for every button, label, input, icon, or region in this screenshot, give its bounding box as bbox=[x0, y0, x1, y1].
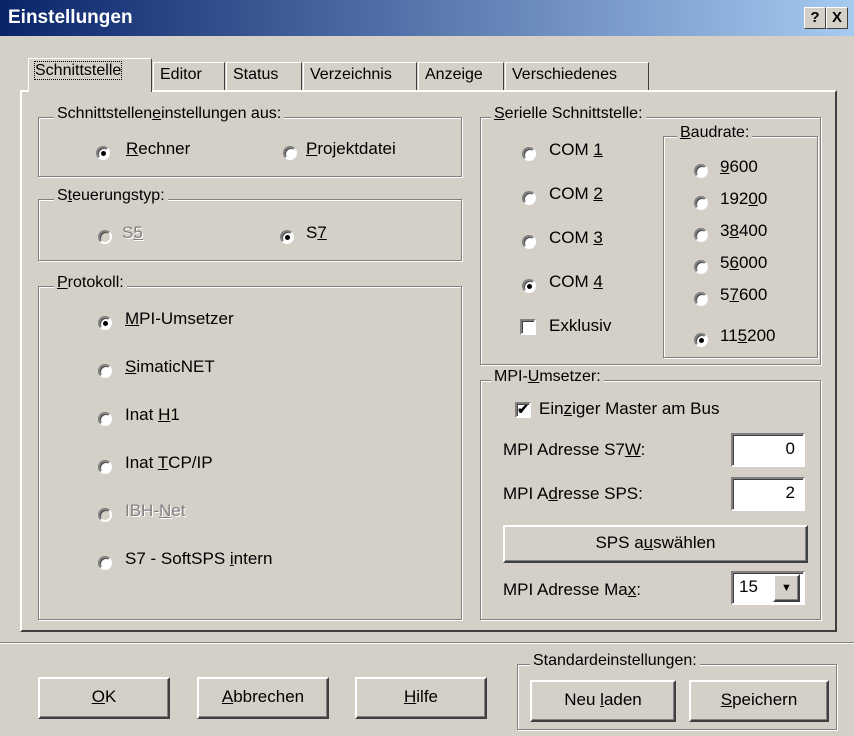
mpi-address-s7w-input[interactable]: 0 bbox=[731, 433, 805, 467]
radio-mpi-umsetzer-label[interactable]: MPI-Umsetzer bbox=[125, 309, 234, 329]
radio-inat-tcpip-label[interactable]: Inat TCP/IP bbox=[125, 453, 213, 473]
radio-baud-38400[interactable] bbox=[694, 228, 708, 242]
radio-baud-9600[interactable] bbox=[694, 164, 708, 178]
radio-com3[interactable] bbox=[522, 235, 536, 249]
single-master-label[interactable]: Einziger Master am Bus bbox=[539, 399, 719, 419]
radio-s5[interactable] bbox=[98, 230, 112, 244]
radio-projektdatei[interactable] bbox=[283, 146, 297, 160]
divider bbox=[0, 642, 854, 644]
save-defaults-button[interactable]: Speichern bbox=[689, 680, 829, 722]
single-master-checkbox[interactable]: ✔ bbox=[515, 402, 531, 418]
radio-rechner-label[interactable]: Rechner bbox=[126, 139, 190, 159]
radio-com2[interactable] bbox=[522, 191, 536, 205]
mpi-address-sps-label: MPI Adresse SPS: bbox=[503, 484, 643, 503]
tab-status[interactable]: Status bbox=[226, 62, 302, 90]
radio-com3-label[interactable]: COM 3 bbox=[549, 228, 603, 248]
radio-com4[interactable] bbox=[522, 279, 536, 293]
radio-inat-h1-label[interactable]: Inat H1 bbox=[125, 405, 180, 425]
radio-com1[interactable] bbox=[522, 147, 536, 161]
radio-inat-tcpip[interactable] bbox=[98, 460, 112, 474]
serial-title: Serielle Schnittstelle: bbox=[491, 105, 646, 123]
window-title: Einstellungen bbox=[8, 7, 133, 28]
radio-s7-label[interactable]: S7 bbox=[306, 223, 327, 243]
radio-baud-19200-label[interactable]: 19200 bbox=[720, 189, 767, 209]
radio-baud-56000-label[interactable]: 56000 bbox=[720, 253, 767, 273]
radio-baud-38400-label[interactable]: 38400 bbox=[720, 221, 767, 241]
select-sps-button[interactable]: SPS auswählen bbox=[503, 525, 808, 563]
close-button[interactable]: X bbox=[826, 7, 848, 29]
radio-baud-115200-label[interactable]: 115200 bbox=[720, 326, 776, 346]
defaults-title: Standardeinstellungen: bbox=[530, 652, 700, 670]
radio-inat-h1[interactable] bbox=[98, 412, 112, 426]
mpi-address-s7w-label: MPI Adresse S7W: bbox=[503, 440, 646, 459]
radio-baud-19200[interactable] bbox=[694, 196, 708, 210]
control-type-title: Steuerungstyp: bbox=[54, 187, 168, 205]
radio-simaticnet[interactable] bbox=[98, 364, 112, 378]
protocol-group bbox=[38, 286, 462, 620]
exklusiv-label[interactable]: Exklusiv bbox=[549, 316, 611, 336]
baudrate-title: Baudrate: bbox=[677, 124, 753, 142]
radio-ibh-net[interactable] bbox=[98, 508, 112, 522]
chevron-down-icon[interactable]: ▼ bbox=[773, 574, 800, 602]
protocol-title: Protokoll: bbox=[54, 274, 127, 292]
cancel-button[interactable]: Abbrechen bbox=[197, 677, 329, 719]
mpi-address-sps-input[interactable]: 2 bbox=[731, 477, 805, 511]
help-dialog-button[interactable]: Hilfe bbox=[355, 677, 487, 719]
radio-com1-label[interactable]: COM 1 bbox=[549, 140, 603, 160]
radio-s7[interactable] bbox=[280, 230, 294, 244]
exklusiv-checkbox[interactable] bbox=[520, 319, 536, 335]
tab-verschiedenes[interactable]: Verschiedenes bbox=[505, 62, 649, 90]
radio-mpi-umsetzer[interactable] bbox=[98, 316, 112, 330]
checkmark-icon: ✔ bbox=[517, 401, 529, 417]
radio-baud-57600[interactable] bbox=[694, 292, 708, 306]
radio-projektdatei-label[interactable]: Projektdatei bbox=[306, 139, 396, 159]
help-button[interactable]: ? bbox=[804, 7, 826, 29]
mpi-address-max-select[interactable]: 15 ▼ bbox=[731, 571, 805, 605]
ok-button[interactable]: OK bbox=[38, 677, 170, 719]
settings-source-title: Schnittstelleneinstellungen aus: bbox=[54, 105, 285, 123]
radio-com4-label[interactable]: COM 4 bbox=[549, 272, 603, 292]
radio-simaticnet-label[interactable]: SimaticNET bbox=[125, 357, 215, 377]
radio-ibh-net-label[interactable]: IBH-Net bbox=[125, 501, 185, 521]
radio-baud-9600-label[interactable]: 9600 bbox=[720, 157, 758, 177]
radio-softsps-intern-label[interactable]: S7 - SoftSPS intern bbox=[125, 549, 272, 569]
radio-baud-57600-label[interactable]: 57600 bbox=[720, 285, 767, 305]
radio-com2-label[interactable]: COM 2 bbox=[549, 184, 603, 204]
tab-anzeige[interactable]: Anzeige bbox=[418, 62, 504, 90]
tab-schnittstelle[interactable]: Schnittstelle bbox=[28, 58, 152, 92]
radio-s5-label[interactable]: S5 bbox=[122, 223, 143, 243]
radio-baud-115200[interactable] bbox=[694, 333, 708, 347]
radio-softsps-intern[interactable] bbox=[98, 556, 112, 570]
tab-verzeichnis[interactable]: Verzeichnis bbox=[303, 62, 417, 90]
mpi-address-max-label: MPI Adresse Max: bbox=[503, 580, 641, 599]
radio-rechner[interactable] bbox=[96, 146, 110, 160]
mpi-title: MPI-Umsetzer: bbox=[491, 368, 604, 386]
title-bar[interactable]: Einstellungen ? X bbox=[0, 0, 854, 36]
reload-defaults-button[interactable]: Neu laden bbox=[530, 680, 676, 722]
radio-baud-56000[interactable] bbox=[694, 260, 708, 274]
tab-editor[interactable]: Editor bbox=[153, 62, 225, 90]
